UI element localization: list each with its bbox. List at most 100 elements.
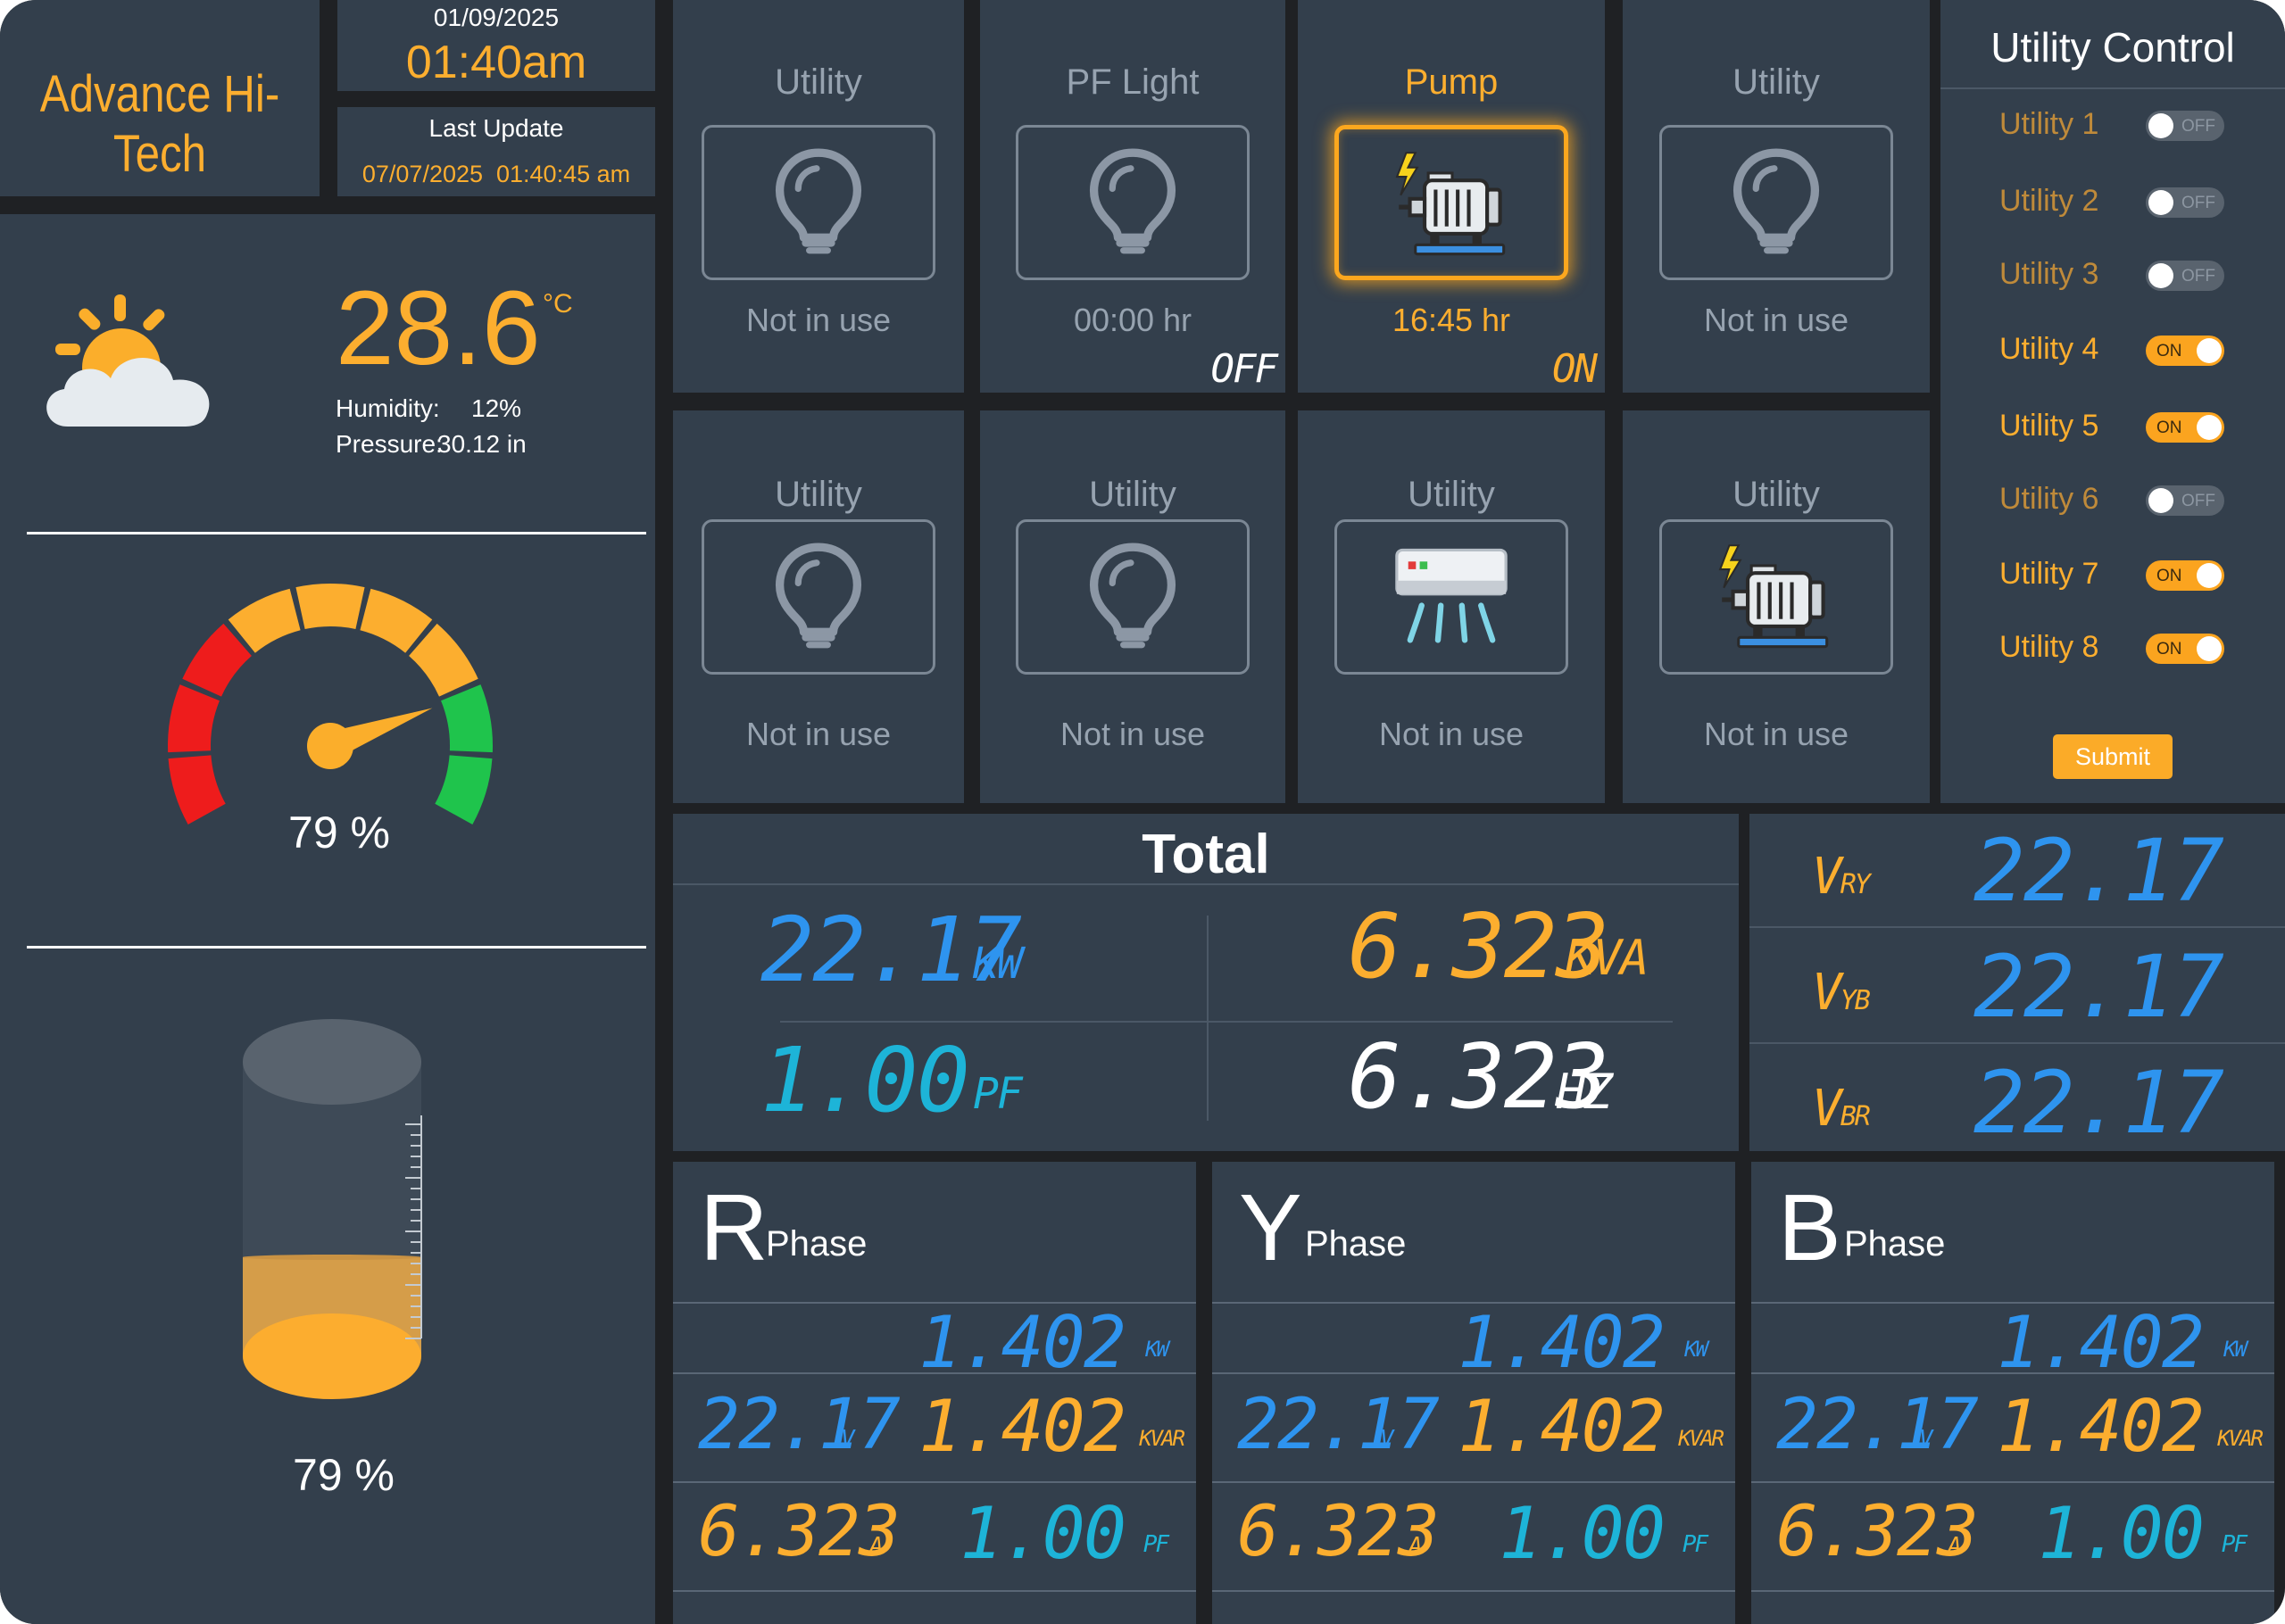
motor-pump-icon [1716, 542, 1836, 652]
phase-current-value: 6.323 [698, 1492, 901, 1572]
tile-icon-frame[interactable] [1334, 125, 1568, 280]
phase-label: Phase [1305, 1224, 1407, 1264]
divider [1207, 916, 1209, 1121]
utility-toggle-label: Utility 7 [1999, 557, 2099, 591]
divider [27, 946, 646, 949]
voltage-value: 22.17 [1973, 1053, 2224, 1153]
tile-icon-frame[interactable] [1334, 519, 1568, 675]
utility-toggle-label: Utility 5 [1999, 409, 2099, 443]
phase-kvar-unit: KVAR [2217, 1426, 2264, 1451]
utility-tile[interactable]: Utility Not in use [1298, 410, 1605, 803]
light-bulb-icon [772, 542, 865, 652]
utility-toggle-switch[interactable]: OFF [2146, 261, 2224, 291]
tile-title: Utility [1089, 475, 1176, 514]
phase-panel: B Phase 1.402 KW 22.17 V 1.402 KVAR 6.323 A 1.00 PF [1751, 1162, 2274, 1624]
voltage-label-sub: YB [1840, 985, 1871, 1016]
divider [1751, 1481, 2274, 1483]
phase-current-unit: A [1948, 1533, 1962, 1560]
tile-state-indicator: ON [1552, 346, 1598, 392]
phase-kw-unit: KW [1684, 1337, 1708, 1362]
phase-pf-value: 1.00 [2038, 1492, 2205, 1575]
sun-cloud-icon [46, 294, 210, 427]
utility-tile[interactable]: Utility Not in use [673, 0, 964, 393]
gauge-segment [168, 684, 220, 753]
tile-icon-frame[interactable] [1016, 519, 1250, 675]
total-title: Total [1142, 824, 1270, 885]
toggle-knob [2148, 190, 2173, 215]
utility-toggle-label: Utility 1 [1999, 107, 2099, 141]
toggle-state-text: ON [2156, 418, 2182, 437]
tile-icon-frame[interactable] [702, 519, 935, 675]
dashboard-frame: Advance Hi-Tech 01/09/2025 01:40am Last … [0, 0, 2285, 1624]
tile-icon-frame[interactable] [702, 125, 935, 280]
utility-toggle-switch[interactable]: ON [2146, 634, 2224, 664]
clock-panel: 01/09/2025 01:40am [337, 0, 655, 91]
phase-current-unit: A [869, 1533, 884, 1560]
gauge-segment [295, 584, 365, 630]
tile-status: 16:45 hr [1392, 302, 1511, 338]
utility-tile[interactable]: PF Light 00:00 hr OFF [980, 0, 1285, 393]
toggle-state-text: ON [2156, 567, 2182, 585]
phase-letter: B [1778, 1175, 1841, 1280]
phase-kvar-unit: KVAR [1678, 1426, 1724, 1451]
voltage-value: 22.17 [1973, 821, 2224, 921]
toggle-state-text: OFF [2181, 492, 2215, 510]
tile-title: Utility [1732, 62, 1820, 102]
humidity-label: Humidity: [336, 394, 440, 422]
utility-tile[interactable]: Utility Not in use [1623, 410, 1930, 803]
voltage-label: VYB [1812, 964, 1871, 1022]
tile-icon-frame[interactable] [1659, 519, 1893, 675]
phase-kw-value: 1.402 [1458, 1301, 1666, 1384]
utility-toggle-switch[interactable]: ON [2146, 336, 2224, 366]
utility-toggle-switch[interactable]: ON [2146, 560, 2224, 591]
utility-toggle-label: Utility 4 [1999, 332, 2099, 366]
tile-status: Not in use [1059, 716, 1206, 752]
tile-state-indicator: OFF [1210, 346, 1278, 392]
phase-kvar-unit: KVAR [1139, 1426, 1185, 1451]
utility-tile[interactable]: Utility Not in use [980, 410, 1285, 803]
utility-toggle-label: Utility 8 [1999, 630, 2099, 664]
toggle-state-text: OFF [2181, 117, 2215, 136]
utility-toggle-switch[interactable]: OFF [2146, 187, 2224, 218]
light-bulb-icon [1086, 542, 1179, 652]
divider [673, 1481, 1196, 1483]
toggle-knob [2148, 263, 2173, 288]
phase-pf-unit: PF [1142, 1531, 1169, 1558]
phase-voltage-value: 22.17 [1237, 1385, 1440, 1465]
humidity-value: 12% [471, 394, 522, 422]
divider [1749, 1042, 2285, 1044]
toggle-state-text: OFF [2181, 194, 2215, 212]
tile-icon-frame[interactable] [1016, 125, 1250, 280]
phase-kvar-value: 1.402 [918, 1385, 1126, 1468]
voltage-label-main: V [1812, 848, 1842, 906]
toggle-knob [2197, 415, 2222, 440]
light-bulb-icon [1730, 147, 1823, 258]
last-update-panel: Last Update 07/07/2025 01:40:45 am [337, 107, 655, 196]
divider [780, 1021, 1673, 1023]
submit-button[interactable]: Submit [2053, 734, 2173, 779]
temperature-unit: °C [543, 289, 573, 319]
phase-letter: Y [1239, 1175, 1302, 1280]
tile-status: Not in use [1378, 716, 1525, 752]
current-time: 01:40am [405, 37, 587, 88]
left-panel: 28.6 °C Humidity: 12% Pressure: 30.12 in… [0, 214, 655, 1624]
divider [1212, 1590, 1735, 1592]
phase-letter: R [700, 1175, 769, 1280]
utility-toggle-switch[interactable]: OFF [2146, 485, 2224, 516]
utility-toggle-switch[interactable]: OFF [2146, 111, 2224, 141]
phase-voltage-value: 22.17 [1776, 1385, 1979, 1465]
toggle-knob [2197, 338, 2222, 363]
motor-pump-icon [1393, 149, 1513, 260]
phase-voltage-unit: V [1919, 1426, 1933, 1453]
toggle-knob [2197, 563, 2222, 588]
divider [27, 532, 646, 534]
utility-tile[interactable]: Utility Not in use [1623, 0, 1930, 393]
total-pf-unit: PF [973, 1069, 1023, 1119]
voltage-label-main: V [1812, 964, 1842, 1022]
tile-icon-frame[interactable] [1659, 125, 1893, 280]
utility-tile[interactable]: Pump 16:45 hr ON [1298, 0, 1605, 393]
utility-toggle-switch[interactable]: ON [2146, 412, 2224, 443]
light-bulb-icon [772, 147, 865, 258]
utility-tile[interactable]: Utility Not in use [673, 410, 964, 803]
tank-fill-surface [243, 1255, 421, 1260]
